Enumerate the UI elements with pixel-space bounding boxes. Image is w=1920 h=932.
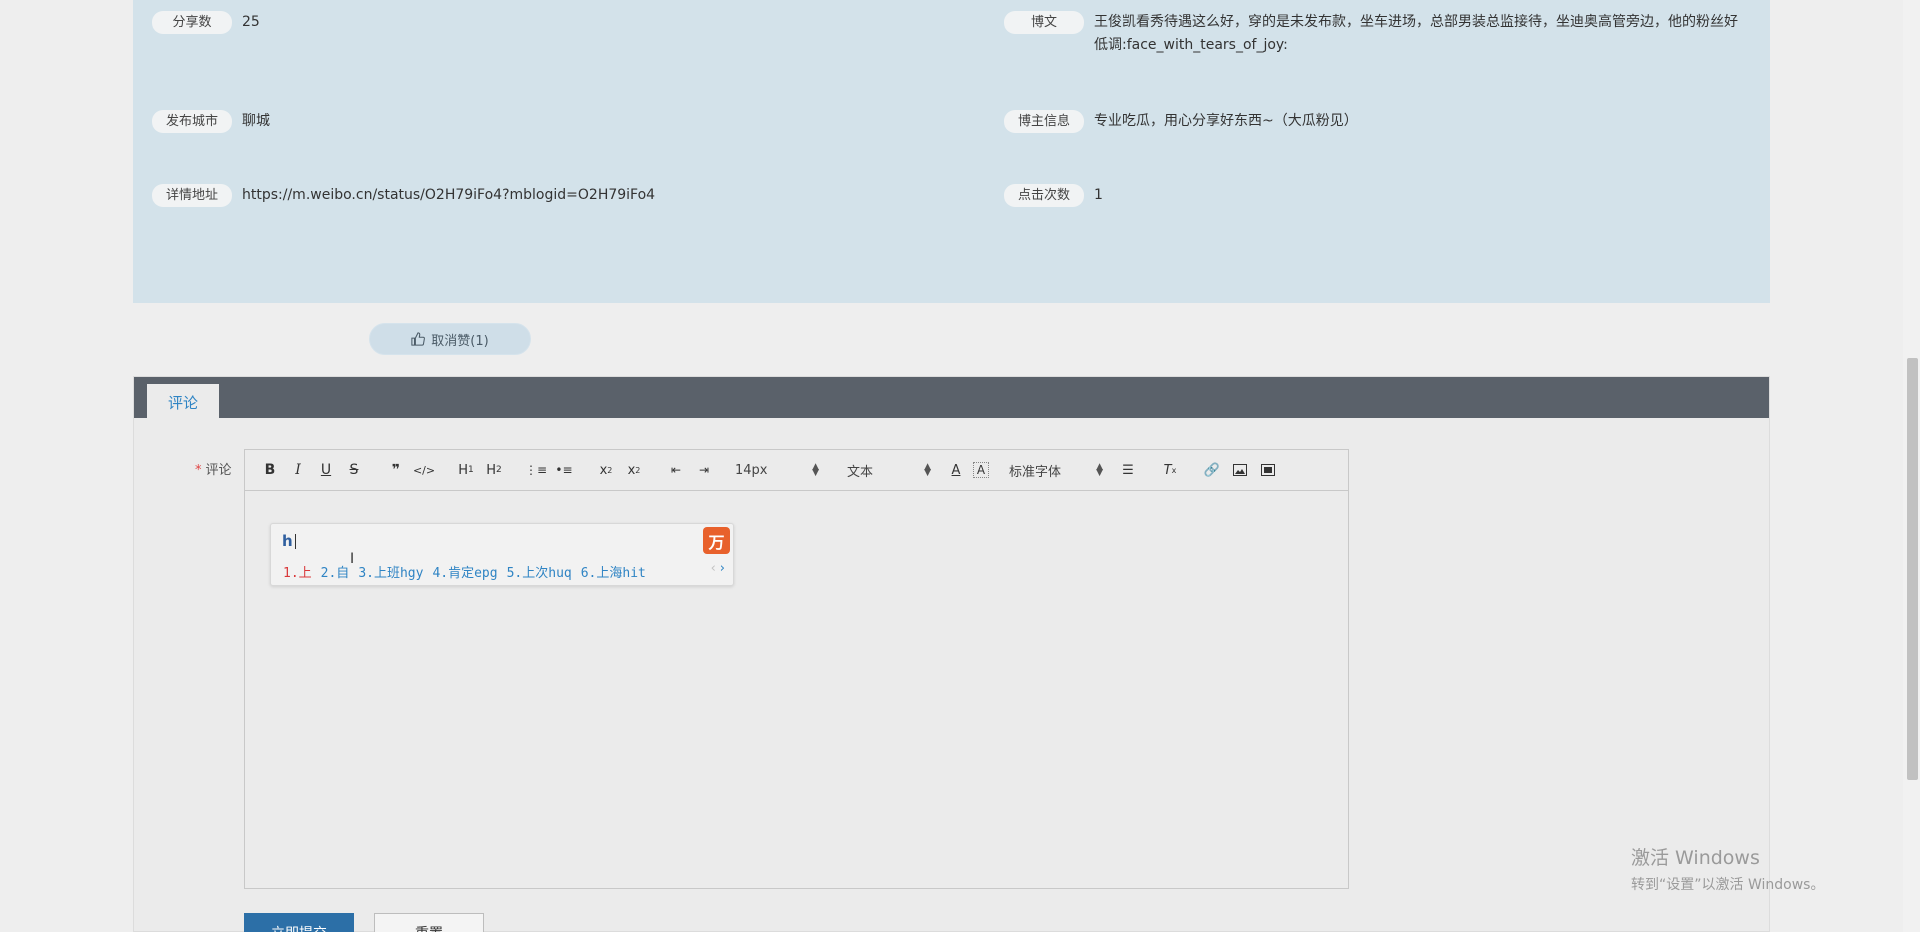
field-detail-url: 详情地址 https://m.weibo.cn/status/O2H79iFo4… — [152, 184, 655, 207]
watermark-title: 激活 Windows — [1631, 847, 1760, 869]
align-icon[interactable]: ☰ — [1117, 459, 1139, 481]
ime-candidate-popup: h 万 1.上 2.自 3.上班hgy 4.肯定epg 5.上次huq 6.上海… — [270, 523, 734, 586]
detail-url-label: 详情地址 — [152, 184, 232, 207]
blogger-info-value: 专业吃瓜，用心分享好东西~（大瓜粉见） — [1094, 113, 1358, 129]
blogger-info-label: 博主信息 — [1004, 110, 1084, 133]
superscript-button[interactable]: x2 — [623, 459, 645, 481]
page-scrollbar[interactable] — [1903, 0, 1920, 932]
font-color-icon[interactable]: A — [945, 459, 967, 481]
subscript-button[interactable]: x2 — [595, 459, 617, 481]
clear-format-icon[interactable]: Tx — [1159, 459, 1181, 481]
field-publish-city: 发布城市 聊城 — [152, 110, 270, 133]
text-caret — [294, 534, 296, 549]
select-arrows-icon: ▲ ▼ — [812, 462, 819, 478]
italic-button[interactable]: I — [287, 459, 309, 481]
ime-next-icon[interactable]: › — [720, 561, 725, 576]
field-post-content: 博文 王俊凯看秀待遇这么好，穿的是未发布款，坐车进场，总部男装总监接待，坐迪奥高… — [1004, 11, 1744, 57]
image-icon[interactable] — [1229, 459, 1251, 481]
video-icon[interactable] — [1257, 459, 1279, 481]
bold-button[interactable]: B — [259, 459, 281, 481]
font-size-value: 14px — [735, 462, 768, 478]
strikethrough-button[interactable]: S — [343, 459, 365, 481]
ime-candidate[interactable]: 3.上班hgy — [358, 562, 423, 581]
indent-icon[interactable]: ⇥ — [693, 459, 715, 481]
post-content-value: 王俊凯看秀待遇这么好，穿的是未发布款，坐车进场，总部男装总监接待，坐迪奥高管旁边… — [1094, 14, 1738, 53]
comment-label-text: 评论 — [205, 463, 232, 478]
tab-comment[interactable]: 评论 — [147, 384, 219, 420]
field-click-count: 点击次数 1 — [1004, 184, 1103, 207]
share-count-label: 分享数 — [152, 11, 232, 34]
detail-url-value: https://m.weibo.cn/status/O2H79iFo4?mblo… — [242, 187, 656, 203]
ime-candidate[interactable]: 6.上海hit — [581, 562, 646, 581]
ime-input-text: h — [282, 532, 293, 550]
ime-prev-icon[interactable]: ‹ — [711, 561, 716, 576]
ime-composition: h — [282, 532, 296, 550]
watermark-subtitle: 转到“设置”以激活 Windows。 — [1631, 877, 1825, 893]
share-count-value: 25 — [242, 14, 260, 30]
publish-city-label: 发布城市 — [152, 110, 232, 133]
reset-button[interactable]: 重置 — [374, 913, 484, 932]
block-type-select[interactable]: 文本 ▲ ▼ — [847, 461, 931, 480]
windows-activation-watermark: 激活 Windows 转到“设置”以激活 Windows。 — [1631, 843, 1824, 894]
bullet-list-icon[interactable]: •≡ — [553, 459, 575, 481]
ime-page-nav: ‹ › — [711, 561, 725, 576]
thumbs-up-icon — [411, 332, 426, 346]
unlike-button[interactable]: 取消赞(1) — [369, 323, 531, 355]
blockquote-icon[interactable]: ❞ — [385, 459, 407, 481]
heading1-button[interactable]: H1 — [455, 459, 477, 481]
ime-candidate[interactable]: 1.上 — [283, 562, 312, 581]
link-icon[interactable]: 🔗 — [1201, 459, 1223, 481]
editor-toolbar: B I U S ❞ </> H1 H2 ⋮≡ •≡ x2 x2 ⇤ ⇥ 14px… — [245, 450, 1348, 491]
field-share-count: 分享数 25 — [152, 11, 260, 34]
block-type-value: 文本 — [847, 464, 874, 480]
select-arrows-icon: ▲ ▼ — [924, 462, 931, 478]
ime-logo-icon[interactable]: 万 — [703, 527, 730, 554]
post-content-label: 博文 — [1004, 11, 1084, 34]
publish-city-value: 聊城 — [242, 113, 270, 129]
ime-candidate-list: 1.上 2.自 3.上班hgy 4.肯定epg 5.上次huq 6.上海hit — [283, 562, 655, 581]
select-arrows-icon: ▲ ▼ — [1096, 462, 1103, 478]
ime-candidate[interactable]: 2.自 — [321, 562, 350, 581]
field-blogger-info: 博主信息 专业吃瓜，用心分享好东西~（大瓜粉见） — [1004, 110, 1358, 133]
comment-field-label: * 评论 — [195, 459, 232, 478]
font-family-value: 标准字体 — [1009, 464, 1062, 480]
submit-button[interactable]: 立即提交 — [244, 913, 354, 932]
ordered-list-icon[interactable]: ⋮≡ — [525, 459, 547, 481]
click-count-value: 1 — [1094, 187, 1103, 203]
outdent-icon[interactable]: ⇤ — [665, 459, 687, 481]
underline-button[interactable]: U — [315, 459, 337, 481]
scrollbar-thumb[interactable] — [1907, 358, 1918, 780]
rich-text-editor[interactable]: B I U S ❞ </> H1 H2 ⋮≡ •≡ x2 x2 ⇤ ⇥ 14px… — [244, 449, 1349, 889]
unlike-button-label: 取消赞(1) — [431, 333, 489, 349]
background-color-icon[interactable]: A — [973, 462, 989, 478]
text-cursor-icon: I — [350, 551, 355, 567]
ime-candidate[interactable]: 4.肯定epg — [432, 562, 497, 581]
code-block-icon[interactable]: </> — [413, 459, 435, 481]
required-mark: * — [195, 463, 202, 478]
page: 分享数 25 发布城市 聊城 详情地址 https://m.weibo.cn/s… — [0, 0, 1920, 932]
click-count-label: 点击次数 — [1004, 184, 1084, 207]
font-family-select[interactable]: 标准字体 ▲ ▼ — [1009, 461, 1103, 480]
font-size-select[interactable]: 14px ▲ ▼ — [735, 463, 819, 478]
comment-tab-bar: 评论 — [134, 377, 1769, 420]
ime-candidate[interactable]: 5.上次huq — [507, 562, 572, 581]
heading2-button[interactable]: H2 — [483, 459, 505, 481]
